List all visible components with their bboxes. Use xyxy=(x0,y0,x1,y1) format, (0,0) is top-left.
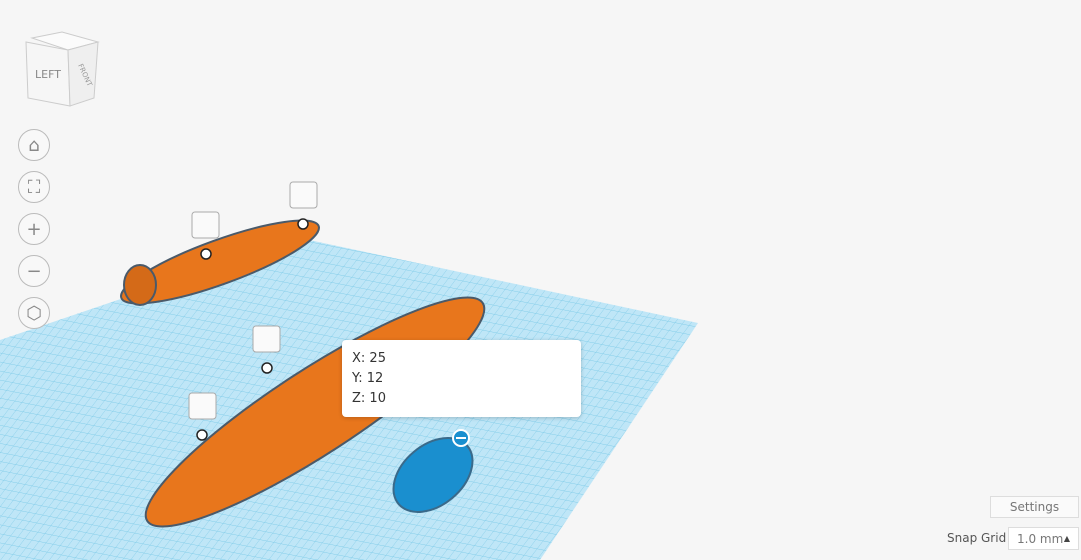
home-icon: ⌂ xyxy=(28,134,40,156)
settings-button[interactable]: Settings xyxy=(990,496,1079,518)
workplane-viewport[interactable] xyxy=(0,0,1081,560)
snap-grid-select[interactable]: 1.0 mm ▲ xyxy=(1008,527,1079,550)
view-cube[interactable]: LEFT FRONT xyxy=(22,28,102,110)
fit-view-button[interactable]: ⛶ xyxy=(18,171,50,203)
y-coordinate: Y: 12 xyxy=(352,371,384,386)
zoom-out-button[interactable]: − xyxy=(18,255,50,287)
z-coordinate: Z: 10 xyxy=(352,391,386,406)
note-handle[interactable] xyxy=(196,429,208,441)
cube-icon: ⬡ xyxy=(26,302,42,324)
perspective-button[interactable]: ⬡ xyxy=(18,297,50,329)
zoom-in-button[interactable]: + xyxy=(18,213,50,245)
note-handle[interactable] xyxy=(297,218,309,230)
snap-grid-label: Snap Grid xyxy=(947,531,1007,545)
note-icon[interactable] xyxy=(191,211,220,239)
x-coordinate: X: 25 xyxy=(352,351,386,366)
coordinates-tooltip: X: 25 Y: 12 Z: 10 xyxy=(342,340,581,417)
snap-grid-value: 1.0 mm xyxy=(1017,531,1064,546)
note-handle[interactable] xyxy=(261,362,273,374)
note-handle[interactable] xyxy=(200,248,212,260)
note-icon[interactable] xyxy=(188,392,217,420)
caret-up-icon: ▲ xyxy=(1063,534,1070,543)
plus-icon: + xyxy=(26,218,42,240)
note-icon[interactable] xyxy=(252,325,281,353)
minus-icon: − xyxy=(26,260,42,282)
note-icon[interactable] xyxy=(289,181,318,209)
cube-left-label: LEFT xyxy=(35,68,61,81)
home-view-button[interactable]: ⌂ xyxy=(18,129,50,161)
fit-icon: ⛶ xyxy=(27,176,41,198)
